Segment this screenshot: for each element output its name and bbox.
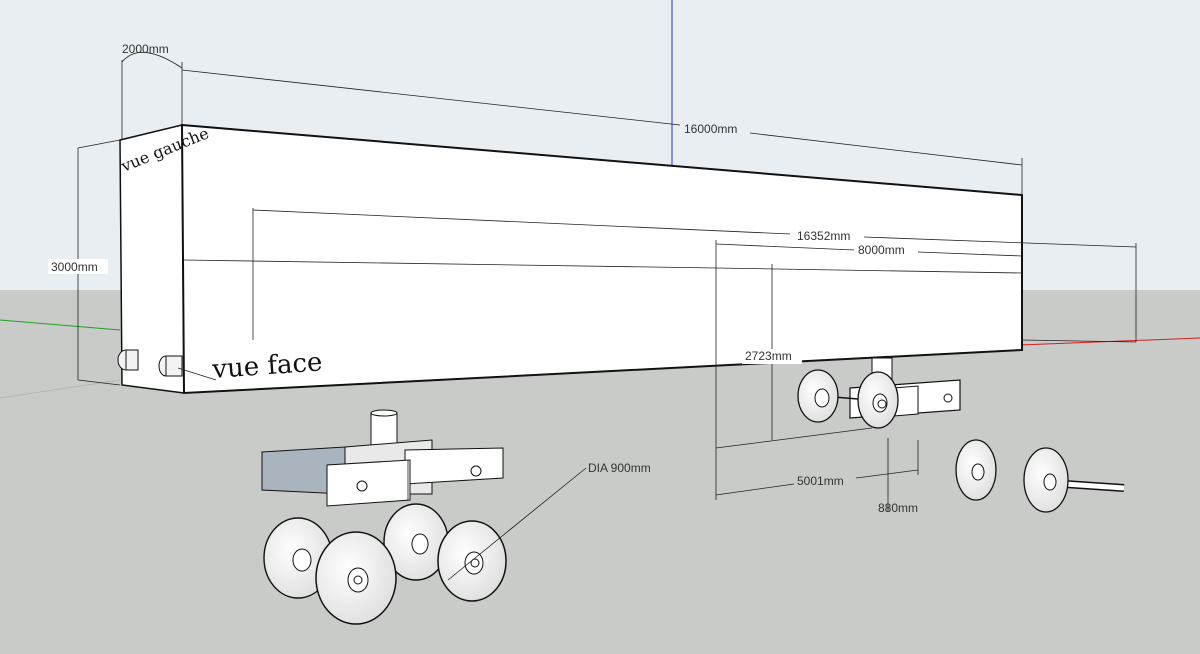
coupler-left-body	[125, 349, 139, 371]
hub-rear-right	[411, 533, 429, 555]
hub-front-left	[347, 567, 369, 593]
dim-3000-text: 3000mm	[51, 260, 98, 274]
bogie-left-pivot-top	[370, 409, 398, 417]
dim-16000-text: 16000mm	[684, 122, 737, 136]
sketchup-viewport[interactable]: vue gauche vue face 2000mm 16000mm 3000m…	[0, 0, 1200, 654]
loose-hub-2	[1043, 473, 1057, 491]
dim-880-text: 880mm	[878, 501, 918, 515]
hub-front-right	[464, 551, 484, 575]
bogie-right-hub-2	[872, 393, 888, 413]
hub-rear-left	[292, 548, 312, 572]
dim-2723-text: 2723mm	[745, 349, 792, 363]
loose-hub-1	[971, 463, 985, 481]
dia-900-text: DIA 900mm	[588, 461, 651, 475]
dim-2000-text: 2000mm	[122, 42, 169, 56]
dim-8000-text: 8000mm	[858, 243, 905, 257]
dim-5001-text: 5001mm	[797, 474, 844, 488]
coupler-front-body	[165, 355, 183, 377]
bogie-left-beam-right	[404, 447, 504, 485]
bogie-right-hub-1	[814, 388, 830, 408]
bogie-left-beam-front	[326, 459, 411, 507]
dim-16352-text: 16352mm	[797, 229, 850, 243]
3d-scene[interactable]: vue gauche vue face 2000mm 16000mm 3000m…	[0, 0, 1200, 654]
